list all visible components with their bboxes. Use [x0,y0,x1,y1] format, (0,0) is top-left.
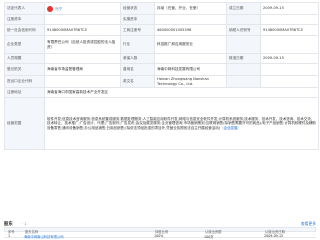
field-label [226,75,261,88]
field-label: 曾用名 [120,63,155,76]
field-label: 行业 [120,35,155,54]
field-label: 注册地址 [4,87,45,98]
field-label: 成立日期 [226,2,261,15]
shareholder-table-header: 序号 股东名称 持股比例 认缴出资额 认缴出资日期 [4,227,316,234]
field-value: 91460000MA0TR6TC5 [44,24,121,36]
shareholder-row[interactable]: 1 海南中网南山科技有限公司 100% 100万 2009-09-15 [4,233,316,239]
info-row: 进出口企业代码 英文名 Hainan Zhongwang Nanshan Techn… [4,75,319,88]
field-value [260,14,319,25]
field-value [154,53,227,64]
field-label: 进出口企业代码 [4,75,45,88]
field-label: 经营范围 [4,97,45,150]
field-label: 核准日期 [226,53,261,64]
row-capital: 100万 [204,234,214,239]
scope-text: 软件开发;信息技术咨询服务;信息系统集成服务;数据处理服务;人工智能应用软件开发… [47,116,316,130]
info-row: 人员规模 参保人数 核准日期 2009-09-15 [4,53,319,64]
field-value: 460000001055396 [154,24,227,36]
address-value: 海南省海口市国家高新技术产业开发区 [44,87,319,98]
field-value: 91460000MA0TR6TC5 [260,24,319,36]
field-value [260,75,319,88]
info-row: 注册地址 海南省海口市国家高新技术产业开发区 [4,87,319,98]
field-value [44,14,121,25]
person-avatar-icon [47,5,53,12]
field-value [44,53,121,64]
scope-row: 经营范围 软件开发;信息技术咨询服务;信息系统集成服务;数据处理服务;人工智能应用… [4,97,319,150]
field-label: 实缴资本 [120,14,155,25]
row-index: 1 [8,233,11,238]
field-label [226,35,261,54]
development-tag[interactable]: 企业发展 [222,125,240,131]
field-label: 登记机关 [4,63,45,76]
info-row: 法定代表人 马宁 经营状态 存续（在营、开业、在册） 成立日期 2009-09-15 [4,2,319,15]
field-label: 工商注册号 [120,24,155,36]
shareholder-section: 股东 · 1 查看更多 序号 股东名称 持股比例 认缴出资额 认缴出资日期 1 … [0,220,320,240]
info-row: 注册资本 实缴资本 [4,14,319,25]
info-row: 统一社会信用代码 91460000MA0TR6TC5 工商注册号 4600000010… [4,24,319,36]
section-count: · 1 [22,222,27,226]
field-label: 人员规模 [4,53,45,64]
field-value: 马宁 [44,2,121,15]
field-value: 海南中网科技发展有限公司 [154,63,227,76]
field-value [154,14,227,25]
company-info-table: 法定代表人 马宁 经营状态 存续（在营、开业、在册） 成立日期 2009-09-15 注册资… [4,2,319,150]
row-date: 2009-09-15 [264,233,284,238]
shareholder-name-link[interactable]: 海南中网南山科技有限公司 [24,234,64,239]
field-value: 海南省市场监督管理局 [44,63,121,76]
field-label: 法定代表人 [4,2,45,15]
field-value [260,35,319,54]
field-label: 参保人数 [120,53,155,64]
field-value [260,63,319,76]
field-label: 注册资本 [4,14,45,25]
field-label: 企业类型 [4,35,45,54]
field-label [226,63,261,76]
field-label: 英文名 [120,75,155,88]
field-value: 2009-09-15 [260,2,319,15]
business-scope: 软件开发;信息技术咨询服务;信息系统集成服务;数据处理服务;人工智能应用软件开发… [44,97,319,150]
field-value: 存续（在营、开业、在册） [154,2,227,15]
field-value: 2009-09-15 [260,53,319,64]
field-label: 纳税人识别号 [226,24,261,36]
field-label: 统一社会信用代码 [4,24,45,36]
legal-rep-link[interactable]: 马宁 [55,7,62,11]
field-value [44,75,121,88]
field-value: Hainan Zhongwang Nanshan Technology Co.,… [154,75,227,88]
info-row: 企业类型 有限责任公司（自然人投资或控股的法人独资） 行业 科技推广和应用服务业 [4,35,319,54]
info-row: 登记机关 海南省市场监督管理局 曾用名 海南中网科技发展有限公司 [4,63,319,76]
row-ratio: 100% [154,233,164,238]
field-value: 有限责任公司（自然人投资或控股的法人独资） [44,35,121,54]
field-label [226,14,261,25]
field-label: 经营状态 [120,2,155,15]
field-value: 科技推广和应用服务业 [154,35,227,54]
